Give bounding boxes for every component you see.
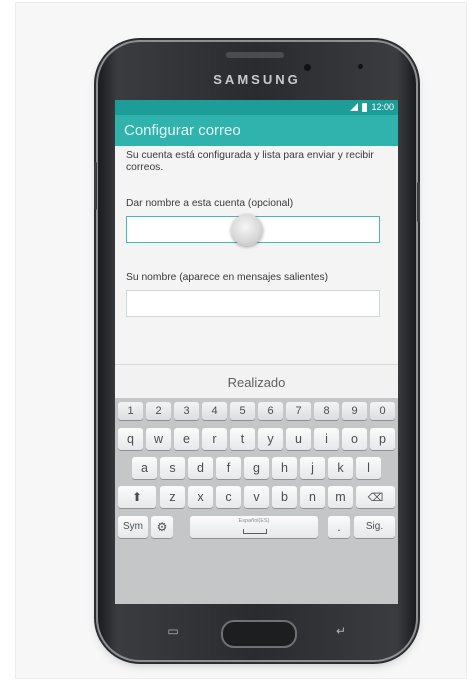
key-w[interactable]: w bbox=[146, 428, 171, 450]
earpiece-speaker bbox=[226, 52, 284, 58]
letter-row-2: a s d f g h j k l bbox=[115, 457, 398, 481]
settings-key[interactable]: ⚙ bbox=[151, 516, 173, 538]
key-y[interactable]: y bbox=[258, 428, 283, 450]
key-l[interactable]: l bbox=[356, 457, 381, 479]
screen: 12:00 Configurar correo Su cuenta está c… bbox=[115, 100, 398, 604]
key-0[interactable]: 0 bbox=[370, 402, 395, 420]
battery-icon bbox=[362, 102, 368, 112]
key-8[interactable]: 8 bbox=[314, 402, 339, 420]
key-x[interactable]: x bbox=[188, 486, 213, 508]
key-o[interactable]: o bbox=[342, 428, 367, 450]
key-i[interactable]: i bbox=[314, 428, 339, 450]
keyboard-language-label: Español(ES) bbox=[238, 518, 270, 524]
key-5[interactable]: 5 bbox=[230, 402, 255, 420]
key-7[interactable]: 7 bbox=[286, 402, 311, 420]
hardware-nav-bar: ▭ ↵ bbox=[98, 610, 416, 654]
shift-key[interactable]: ⬆ bbox=[118, 486, 156, 508]
power-button bbox=[417, 182, 420, 222]
your-name-label: Su nombre (aparece en mensajes salientes… bbox=[126, 272, 329, 283]
key-p[interactable]: p bbox=[370, 428, 395, 450]
signal-icon bbox=[350, 103, 359, 111]
back-icon[interactable]: ↵ bbox=[334, 624, 348, 638]
key-n[interactable]: n bbox=[300, 486, 325, 508]
bottom-row: Sym ⚙ Español(ES) . Sig. bbox=[115, 516, 398, 540]
shift-arrow-icon: ⬆ bbox=[131, 490, 143, 504]
done-bar: Realizado bbox=[115, 364, 398, 399]
backspace-key[interactable]: ⌫ bbox=[356, 486, 395, 508]
your-name-input[interactable] bbox=[126, 290, 380, 317]
proximity-sensor bbox=[358, 64, 363, 69]
account-name-label: Dar nombre a esta cuenta (opcional) bbox=[126, 198, 294, 209]
number-row: 1 2 3 4 5 6 7 8 9 0 bbox=[115, 402, 398, 426]
touch-indicator bbox=[231, 214, 263, 246]
status-time: 12:00 bbox=[371, 102, 394, 112]
key-3[interactable]: 3 bbox=[174, 402, 199, 420]
key-1[interactable]: 1 bbox=[118, 402, 143, 420]
key-4[interactable]: 4 bbox=[202, 402, 227, 420]
space-bar-icon bbox=[243, 529, 267, 534]
key-e[interactable]: e bbox=[174, 428, 199, 450]
space-key[interactable]: Español(ES) bbox=[190, 516, 318, 538]
app-bar: Configurar correo bbox=[115, 115, 398, 146]
key-a[interactable]: a bbox=[132, 457, 157, 479]
content-area: Su cuenta está configurada y lista para … bbox=[126, 150, 388, 174]
key-r[interactable]: r bbox=[202, 428, 227, 450]
key-c[interactable]: c bbox=[216, 486, 241, 508]
front-camera bbox=[304, 64, 311, 71]
key-6[interactable]: 6 bbox=[258, 402, 283, 420]
page-title: Configurar correo bbox=[124, 122, 241, 139]
key-f[interactable]: f bbox=[216, 457, 241, 479]
key-d[interactable]: d bbox=[188, 457, 213, 479]
period-key[interactable]: . bbox=[328, 516, 350, 538]
backspace-icon: ⌫ bbox=[367, 492, 384, 504]
key-k[interactable]: k bbox=[328, 457, 353, 479]
brand-logo: SAMSUNG bbox=[213, 72, 301, 87]
status-bar: 12:00 bbox=[115, 100, 398, 115]
done-button[interactable]: Realizado bbox=[115, 375, 398, 390]
key-z[interactable]: z bbox=[160, 486, 185, 508]
letter-row-3: ⬆ z x c v b n m ⌫ bbox=[115, 486, 398, 510]
setup-message: Su cuenta está configurada y lista para … bbox=[126, 150, 374, 173]
key-v[interactable]: v bbox=[244, 486, 269, 508]
home-button[interactable] bbox=[221, 620, 297, 648]
key-q[interactable]: q bbox=[118, 428, 143, 450]
gear-icon: ⚙ bbox=[156, 520, 168, 534]
recent-apps-icon[interactable]: ▭ bbox=[166, 624, 180, 638]
key-t[interactable]: t bbox=[230, 428, 255, 450]
key-b[interactable]: b bbox=[272, 486, 297, 508]
phone-device: SAMSUNG 12:00 Configurar correo Su cuent… bbox=[94, 42, 420, 660]
next-key[interactable]: Sig. bbox=[354, 516, 395, 538]
key-s[interactable]: s bbox=[160, 457, 185, 479]
key-h[interactable]: h bbox=[272, 457, 297, 479]
key-g[interactable]: g bbox=[244, 457, 269, 479]
key-2[interactable]: 2 bbox=[146, 402, 171, 420]
key-j[interactable]: j bbox=[300, 457, 325, 479]
key-u[interactable]: u bbox=[286, 428, 311, 450]
letter-row-1: q w e r t y u i o p bbox=[115, 428, 398, 452]
volume-button bbox=[94, 162, 97, 210]
key-m[interactable]: m bbox=[328, 486, 353, 508]
sym-key[interactable]: Sym bbox=[118, 516, 148, 538]
key-9[interactable]: 9 bbox=[342, 402, 367, 420]
keyboard: 1 2 3 4 5 6 7 8 9 0 q w e r t y u i o p … bbox=[115, 398, 398, 604]
